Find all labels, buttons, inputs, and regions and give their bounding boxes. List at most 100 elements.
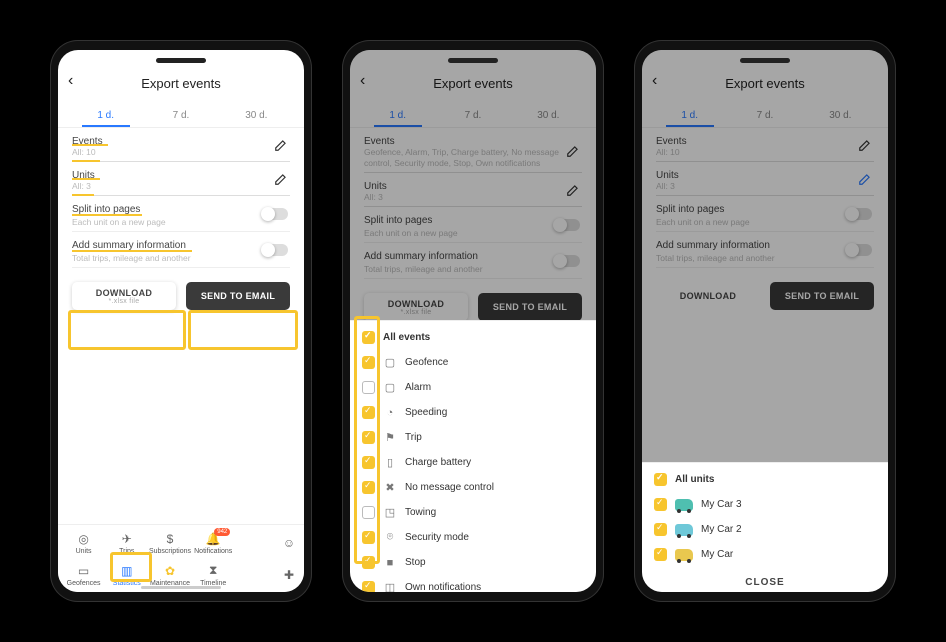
- unit-item[interactable]: My Car 2: [642, 517, 888, 542]
- event-type-icon: ⌾: [383, 531, 397, 544]
- event-label: Speeding: [405, 407, 447, 418]
- checkbox[interactable]: [362, 481, 375, 494]
- page-title: Export events: [433, 76, 513, 91]
- tab-7d[interactable]: 7 d.: [143, 104, 218, 127]
- events-value: Geofence, Alarm, Trip, Charge battery, N…: [364, 147, 559, 168]
- event-item[interactable]: ▢Geofence: [350, 350, 596, 375]
- plane-icon: ✈: [122, 532, 132, 546]
- unit-item[interactable]: My Car: [642, 542, 888, 567]
- tab-1d[interactable]: 1 d.: [68, 104, 143, 127]
- edit-icon: [566, 183, 580, 197]
- nav-geofences[interactable]: ▭Geofences: [67, 562, 101, 588]
- event-type-icon: ✖: [383, 481, 397, 494]
- event-type-icon: ◔: [383, 407, 397, 419]
- close-button[interactable]: CLOSE: [642, 567, 888, 592]
- event-label: Own notifications: [405, 582, 481, 592]
- stats-icon: ▥: [121, 564, 132, 578]
- event-item[interactable]: All events: [350, 325, 596, 350]
- download-button[interactable]: DOWNLOAD *.xlsx file: [72, 282, 176, 310]
- units-field[interactable]: Units All: 3: [58, 162, 304, 196]
- summary-toggle: [846, 244, 872, 256]
- event-label: Alarm: [405, 382, 431, 393]
- nav-trips[interactable]: ✈Trips: [119, 530, 134, 556]
- tab-1d: 1 d.: [652, 104, 727, 127]
- checkbox[interactable]: [362, 406, 375, 419]
- split-sub: Each unit on a new page: [72, 217, 290, 227]
- edit-icon[interactable]: [274, 138, 288, 152]
- event-item[interactable]: ▢ Alarm: [350, 375, 596, 400]
- navbar: ◎Units ▭Geofences ✈Trips ▥Statistics $Su…: [58, 524, 304, 592]
- unit-item[interactable]: My Car 3: [642, 492, 888, 517]
- event-type-icon: ▢: [383, 381, 397, 394]
- checkbox[interactable]: [362, 581, 375, 592]
- summary-toggle[interactable]: [262, 244, 288, 256]
- dollar-icon: $: [167, 532, 174, 546]
- nav-maintenance[interactable]: ✿Maintenance: [150, 562, 190, 588]
- event-item[interactable]: ⚑Trip: [350, 425, 596, 450]
- car-icon: [675, 549, 693, 561]
- checkbox[interactable]: [362, 506, 375, 519]
- checkbox[interactable]: [362, 356, 375, 369]
- checkbox[interactable]: [654, 498, 667, 511]
- event-item[interactable]: ▯ Charge battery: [350, 450, 596, 475]
- nav-smile[interactable]: ☺: [283, 530, 295, 556]
- unit-label: My Car 3: [701, 499, 742, 510]
- checkbox[interactable]: [362, 331, 375, 344]
- checkbox[interactable]: [362, 381, 375, 394]
- events-field[interactable]: Events All: 10: [58, 128, 304, 162]
- back-icon: ‹: [360, 72, 365, 90]
- nav-units[interactable]: ◎Units: [76, 530, 92, 556]
- event-item[interactable]: ◔ Speeding: [350, 400, 596, 425]
- event-item[interactable]: ⌾Security mode: [350, 525, 596, 550]
- page-title: Export events: [725, 76, 805, 91]
- email-button[interactable]: SEND TO EMAIL: [186, 282, 290, 310]
- page-title: Export events: [141, 76, 221, 91]
- nav-timeline[interactable]: ⧗Timeline: [200, 562, 226, 588]
- event-type-icon: ◫: [383, 581, 397, 592]
- unit-label: My Car: [701, 549, 733, 560]
- nav-subscriptions[interactable]: $Subscriptions: [149, 530, 191, 556]
- split-toggle[interactable]: [262, 208, 288, 220]
- checkbox[interactable]: [362, 531, 375, 544]
- smile-icon: ☺: [283, 536, 295, 550]
- checkbox[interactable]: [362, 556, 375, 569]
- checkbox[interactable]: [654, 548, 667, 561]
- tab-1d: 1 d.: [360, 104, 435, 127]
- tab-30d[interactable]: 30 d.: [219, 104, 294, 127]
- split-pages-row: Split into pages Each unit on a new page: [58, 196, 304, 231]
- event-item[interactable]: ◫ Own notifications: [350, 575, 596, 592]
- event-label: Geofence: [405, 357, 448, 368]
- checkbox[interactable]: [362, 431, 375, 444]
- period-tabs: 1 d. 7 d. 30 d.: [58, 100, 304, 127]
- nav-notifications[interactable]: 🔔942Notifications: [194, 530, 232, 556]
- units-label: Units: [364, 181, 582, 192]
- event-item[interactable]: ■Stop: [350, 550, 596, 575]
- download-sub: *.xlsx file: [109, 298, 140, 305]
- edit-icon[interactable]: [274, 172, 288, 186]
- edit-icon: [858, 172, 872, 186]
- checkbox[interactable]: [654, 523, 667, 536]
- unit-label: All units: [675, 474, 714, 485]
- phone-3: ‹ Export events 1 d. 7 d. 30 d. Events A…: [634, 40, 896, 602]
- back-icon: ‹: [652, 72, 657, 90]
- unit-label: My Car 2: [701, 524, 742, 535]
- unit-item[interactable]: All units: [642, 467, 888, 492]
- event-item[interactable]: ✖No message control: [350, 475, 596, 500]
- summary-highlight: [72, 250, 192, 252]
- gesture-bar: [141, 586, 221, 589]
- event-type-icon: ▯: [383, 456, 397, 469]
- back-icon[interactable]: ‹: [68, 72, 73, 90]
- event-item[interactable]: ◳Towing: [350, 500, 596, 525]
- event-label: Charge battery: [405, 457, 471, 468]
- checkbox[interactable]: [654, 473, 667, 486]
- event-type-icon: ⚑: [383, 431, 397, 444]
- nav-statistics[interactable]: ▥Statistics: [113, 562, 141, 588]
- nav-pin[interactable]: ✚: [284, 562, 294, 588]
- edit-icon: [858, 138, 872, 152]
- event-label: All events: [383, 332, 430, 343]
- tab-7d: 7 d.: [727, 104, 802, 127]
- phone-1: ‹ Export events 1 d. 7 d. 30 d. Events A…: [50, 40, 312, 602]
- events-value-highlight: [72, 160, 100, 162]
- checkbox[interactable]: [362, 456, 375, 469]
- summary-row: Add summary information Total trips, mil…: [58, 232, 304, 267]
